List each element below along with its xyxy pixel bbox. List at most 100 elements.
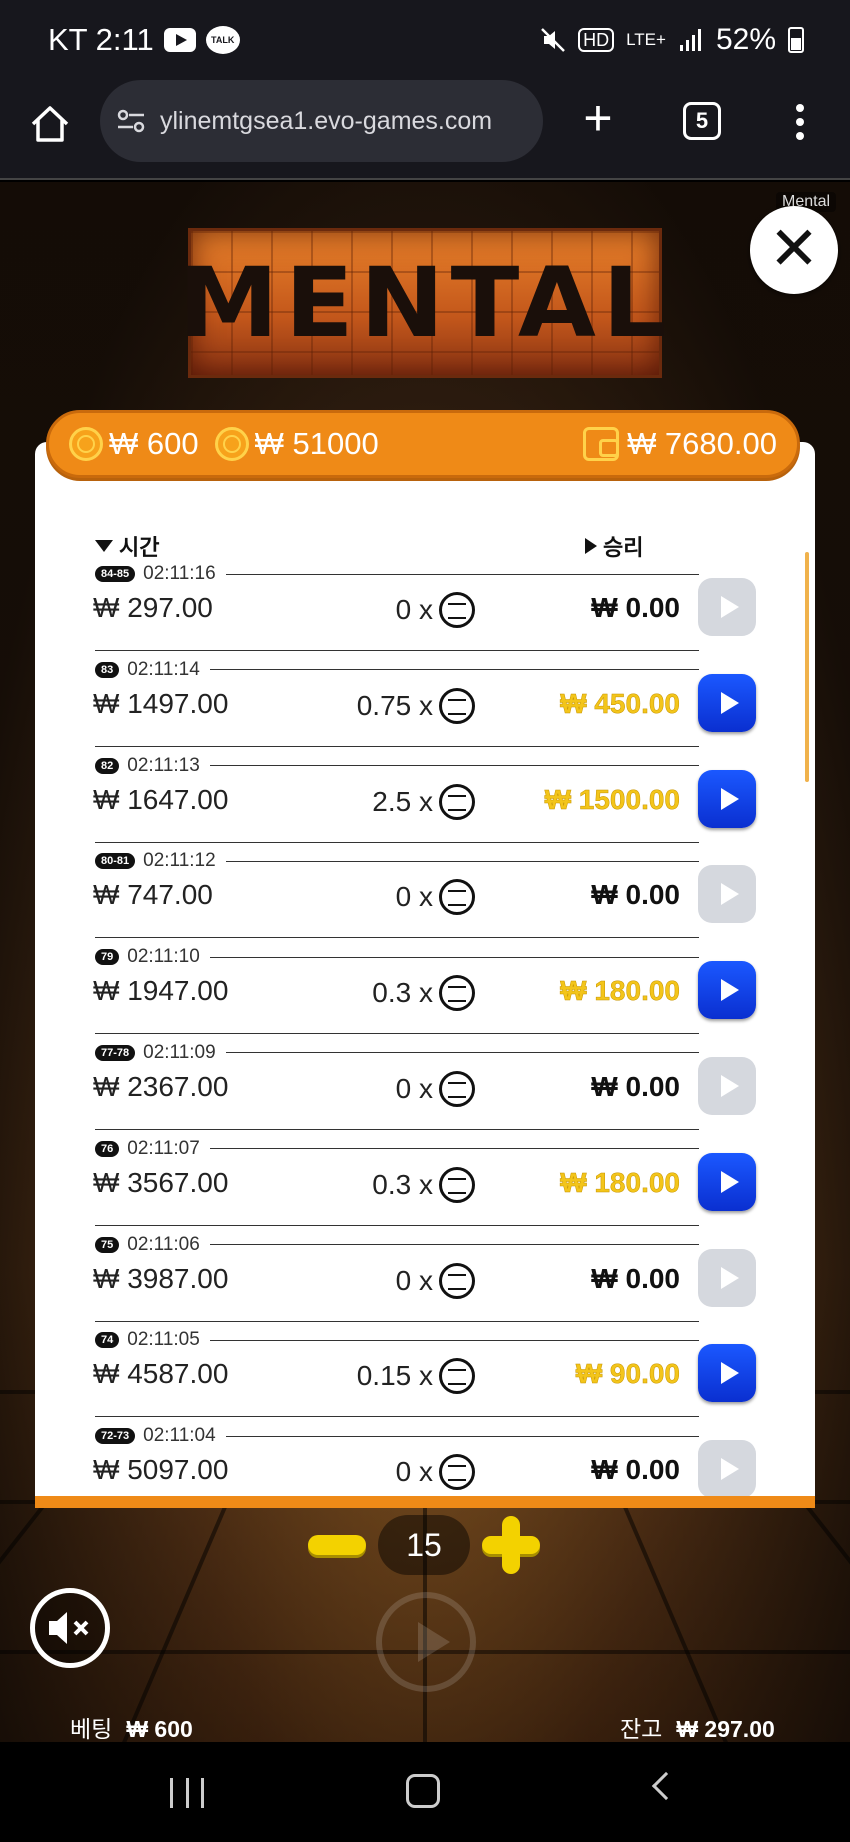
row-meta: 74 02:11:05 — [95, 1328, 699, 1352]
home-nav-icon[interactable] — [406, 1774, 440, 1808]
increase-bet-button[interactable] — [482, 1516, 540, 1574]
row-separator — [95, 1128, 699, 1130]
status-bar: KT 2:11 TALK HD LTE+ 52% — [0, 0, 850, 80]
round-bet: ₩ 2367.00 — [93, 1070, 229, 1102]
mute-notification-icon — [541, 28, 565, 52]
win-column-header[interactable]: 승리 — [585, 530, 643, 562]
coin-icon — [439, 1358, 475, 1395]
carrier-time: KT 2:11 — [48, 22, 154, 57]
round-win: ₩ 0.00 — [591, 879, 680, 911]
row-separator — [95, 1320, 699, 1322]
history-row: 83 02:11:14 ₩ 1497.00 0.75 x ₩ 450.00 — [35, 658, 815, 754]
round-bet: ₩ 1947.00 — [93, 975, 229, 1007]
round-bet: ₩ 5097.00 — [93, 1454, 229, 1486]
history-row: 80-81 02:11:12 ₩ 747.00 0 x ₩ 0.00 — [35, 849, 815, 945]
close-history-button[interactable]: ✕ — [750, 206, 838, 294]
round-win: ₩ 0.00 — [591, 1070, 680, 1102]
row-meta: 84-85 02:11:16 — [95, 562, 699, 586]
round-multiplier: 2.5 x — [315, 783, 475, 820]
round-time: 02:11:09 — [143, 1041, 216, 1063]
address-bar[interactable]: ylinemtgsea1.evo-games.com — [100, 80, 543, 162]
kakaotalk-icon: TALK — [205, 26, 240, 54]
round-multiplier: 0 x — [315, 879, 475, 916]
history-list: 84-85 02:11:16 ₩ 297.00 0 x ₩ 0.00 83 02:11:14… — [35, 562, 815, 1496]
round-badge: 80-81 — [95, 853, 136, 870]
round-badge: 76 — [95, 1140, 120, 1157]
spin-button[interactable] — [376, 1592, 476, 1692]
balance-label: 잔고 — [620, 1716, 663, 1742]
replay-button — [698, 1440, 756, 1496]
replay-button — [698, 865, 756, 924]
browser-toolbar: ylinemtgsea1.evo-games.com + 5 — [0, 80, 850, 180]
round-badge: 72-73 — [95, 1428, 136, 1445]
history-row: 79 02:11:10 ₩ 1947.00 0.3 x ₩ 180.00 — [35, 945, 815, 1041]
round-win: ₩ 450.00 — [560, 687, 680, 720]
row-meta: 80-81 02:11:12 — [95, 849, 699, 873]
game-logo: MENTAL — [178, 228, 666, 378]
total-win: ₩ 7680.00 — [627, 426, 777, 461]
coin-icon — [439, 592, 475, 628]
home-icon[interactable] — [28, 102, 72, 146]
replay-button — [698, 578, 756, 636]
round-bet: ₩ 1647.00 — [93, 783, 229, 815]
row-meta: 79 02:11:10 — [95, 945, 699, 969]
bet-level-value: 15 — [378, 1515, 470, 1575]
new-tab-button[interactable]: + — [578, 93, 618, 143]
round-time: 02:11:06 — [127, 1233, 200, 1255]
bet-label: 베팅 — [70, 1716, 113, 1742]
round-bet: ₩ 297.00 — [93, 592, 213, 623]
round-badge: 82 — [95, 757, 120, 774]
decrease-bet-button[interactable] — [308, 1535, 366, 1555]
row-divider — [225, 1052, 699, 1054]
system-nav-bar — [0, 1742, 850, 1842]
sound-toggle-button[interactable] — [30, 1588, 110, 1668]
row-divider — [209, 765, 699, 767]
time-column-header[interactable]: 시간 — [95, 530, 159, 562]
row-separator — [95, 841, 699, 843]
replay-button — [698, 1056, 756, 1115]
game-logo-text: MENTAL — [177, 247, 673, 359]
lte-indicator: LTE+ — [626, 30, 666, 49]
round-multiplier: 0 x — [315, 592, 475, 628]
round-time: 02:11:16 — [143, 563, 216, 584]
row-divider — [209, 1148, 699, 1150]
speaker-muted-icon — [49, 1612, 89, 1644]
coin-icon — [439, 783, 475, 820]
replay-button[interactable] — [698, 961, 756, 1020]
row-meta: 83 02:11:14 — [95, 658, 699, 682]
coin-icon — [439, 1070, 475, 1107]
round-multiplier: 0.15 x — [315, 1358, 475, 1395]
round-multiplier: 0 x — [315, 1070, 475, 1107]
tab-switcher-button[interactable]: 5 — [683, 102, 721, 140]
history-row: 76 02:11:07 ₩ 3567.00 0.3 x ₩ 180.00 — [35, 1137, 815, 1233]
replay-button[interactable] — [698, 1344, 756, 1403]
row-separator — [95, 745, 699, 747]
round-multiplier: 0 x — [315, 1454, 475, 1491]
sort-right-icon — [585, 538, 597, 554]
row-separator — [95, 1033, 699, 1035]
site-info-icon[interactable] — [116, 106, 146, 136]
signal-icon — [679, 29, 701, 51]
round-win: ₩ 1500.00 — [544, 783, 680, 815]
battery-percent: 52% — [715, 23, 776, 56]
more-menu-icon[interactable] — [790, 100, 810, 144]
coin-icon — [439, 879, 475, 916]
replay-button[interactable] — [698, 769, 756, 828]
round-multiplier: 0.3 x — [315, 975, 475, 1012]
history-summary-bar: ₩ 600 ₩ 51000 ₩ 7680.00 — [46, 410, 800, 478]
row-divider — [225, 1435, 699, 1437]
replay-button[interactable] — [698, 673, 756, 732]
round-time: 02:11:04 — [143, 1425, 216, 1447]
total-bet: ₩ 51000 — [254, 426, 379, 461]
round-multiplier: 0.75 x — [315, 687, 475, 724]
round-bet: ₩ 1497.00 — [93, 687, 229, 719]
round-badge: 79 — [95, 949, 120, 966]
replay-button[interactable] — [698, 1152, 756, 1211]
recents-icon[interactable] — [170, 1778, 204, 1808]
bet-info: 베팅 ₩ 600 — [70, 1710, 193, 1742]
back-icon[interactable] — [651, 1771, 681, 1801]
row-separator — [95, 1224, 699, 1226]
row-divider — [225, 573, 699, 575]
round-win: ₩ 180.00 — [560, 1166, 680, 1199]
history-row: 72-73 02:11:04 ₩ 5097.00 0 x ₩ 0.00 — [35, 1424, 815, 1496]
